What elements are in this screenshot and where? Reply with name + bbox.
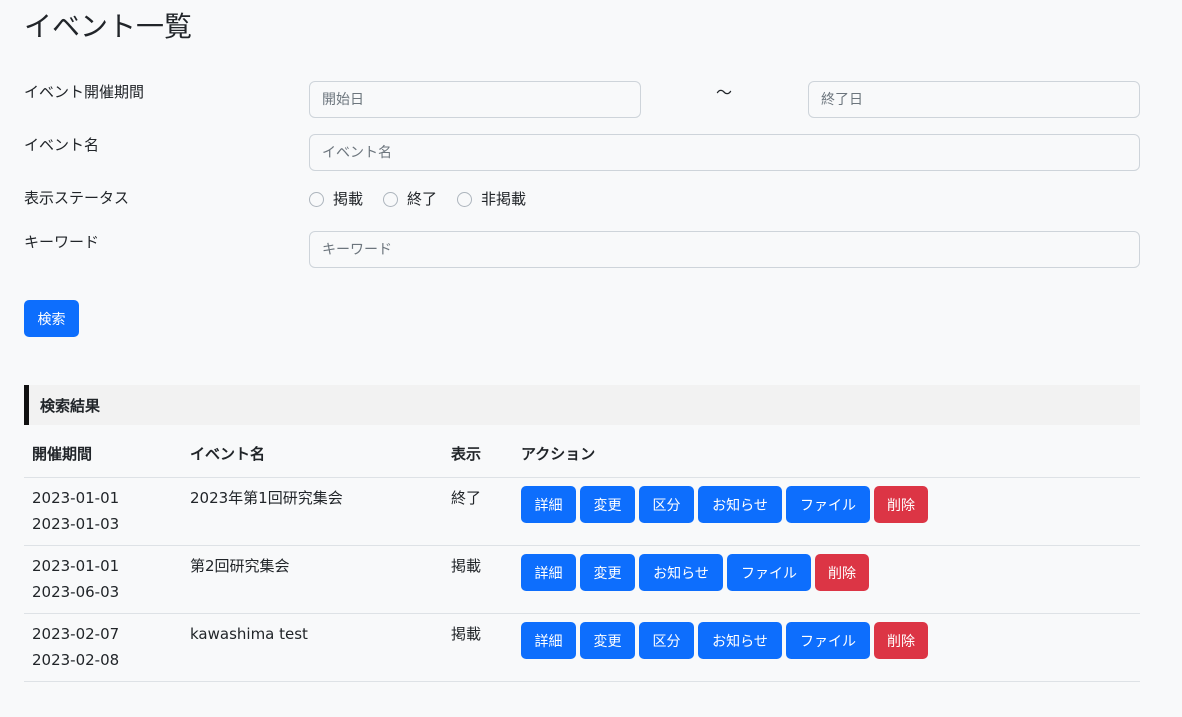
column-header-status: 表示 <box>451 445 482 463</box>
row-event-name: 2023年第1回研究集会 <box>190 489 343 507</box>
results-section-title: 検索結果 <box>40 396 101 415</box>
period-label: イベント開催期間 <box>24 83 145 101</box>
radio-circle-icon[interactable] <box>309 191 324 207</box>
notice-button[interactable]: お知らせ <box>698 622 782 659</box>
file-button[interactable]: ファイル <box>786 486 870 523</box>
start-date-input[interactable] <box>309 81 641 118</box>
status-option-label: 非掲載 <box>481 190 527 208</box>
row-event-name: 第2回研究集会 <box>190 557 290 575</box>
table-row: 2023-01-01 2023-06-03 第2回研究集会 掲載 詳細 変更 お… <box>24 546 1140 614</box>
event-name-input[interactable] <box>309 134 1140 171</box>
detail-button[interactable]: 詳細 <box>521 486 576 523</box>
row-end-date: 2023-06-03 <box>32 583 120 601</box>
row-event-name: kawashima test <box>190 625 308 643</box>
column-header-actions: アクション <box>521 445 596 463</box>
status-radio-published[interactable]: 掲載 <box>309 188 363 210</box>
notice-button[interactable]: お知らせ <box>639 554 723 591</box>
category-button[interactable]: 区分 <box>639 622 694 659</box>
row-start-date: 2023-01-01 <box>32 489 120 507</box>
column-header-event-name: イベント名 <box>190 445 266 463</box>
row-actions: 詳細 変更 区分 お知らせ ファイル 削除 <box>521 622 928 659</box>
detail-button[interactable]: 詳細 <box>521 622 576 659</box>
table-row: 2023-01-01 2023-01-03 2023年第1回研究集会 終了 詳細… <box>24 478 1140 546</box>
detail-button[interactable]: 詳細 <box>521 554 576 591</box>
end-date-input[interactable] <box>808 81 1140 118</box>
search-button[interactable]: 検索 <box>24 300 79 337</box>
edit-button[interactable]: 変更 <box>580 486 635 523</box>
delete-button[interactable]: 削除 <box>815 554 869 591</box>
page-title: イベント一覧 <box>24 10 193 43</box>
table-row: 2023-02-07 2023-02-08 kawashima test 掲載 … <box>24 614 1140 682</box>
row-start-date: 2023-01-01 <box>32 557 120 575</box>
keyword-input[interactable] <box>309 231 1140 268</box>
file-button[interactable]: ファイル <box>727 554 811 591</box>
status-option-label: 終了 <box>407 190 438 208</box>
notice-button[interactable]: お知らせ <box>698 486 782 523</box>
results-section-header: 検索結果 <box>24 385 1140 425</box>
event-name-label: イベント名 <box>24 136 100 154</box>
row-end-date: 2023-02-08 <box>32 651 120 669</box>
row-actions: 詳細 変更 区分 お知らせ ファイル 削除 <box>521 486 928 523</box>
edit-button[interactable]: 変更 <box>580 622 635 659</box>
status-option-label: 掲載 <box>333 190 364 208</box>
edit-button[interactable]: 変更 <box>580 554 635 591</box>
table-header: 開催期間 イベント名 表示 アクション <box>24 431 1140 478</box>
status-radio-group: 掲載 終了 非掲載 <box>309 187 546 211</box>
status-radio-unpublished[interactable]: 非掲載 <box>457 188 526 210</box>
row-start-date: 2023-02-07 <box>32 625 120 643</box>
period-separator: 〜 <box>716 83 733 102</box>
row-actions: 詳細 変更 お知らせ ファイル 削除 <box>521 554 869 591</box>
delete-button[interactable]: 削除 <box>874 486 928 523</box>
status-label: 表示ステータス <box>24 189 130 207</box>
column-header-period: 開催期間 <box>32 445 93 463</box>
event-list-page: イベント一覧 イベント開催期間 〜 イベント名 表示ステータス 掲載 終了 非掲… <box>0 0 1182 717</box>
row-end-date: 2023-01-03 <box>32 515 120 533</box>
status-radio-ended[interactable]: 終了 <box>383 188 437 210</box>
results-table: 開催期間 イベント名 表示 アクション 2023-01-01 2023-01-0… <box>24 431 1140 682</box>
row-status: 掲載 <box>451 625 482 643</box>
row-status: 掲載 <box>451 557 482 575</box>
radio-circle-icon[interactable] <box>383 191 399 207</box>
row-status: 終了 <box>451 489 482 507</box>
file-button[interactable]: ファイル <box>786 622 870 659</box>
keyword-label: キーワード <box>24 233 100 251</box>
category-button[interactable]: 区分 <box>639 486 694 523</box>
radio-circle-icon[interactable] <box>457 191 473 207</box>
delete-button[interactable]: 削除 <box>874 622 928 659</box>
